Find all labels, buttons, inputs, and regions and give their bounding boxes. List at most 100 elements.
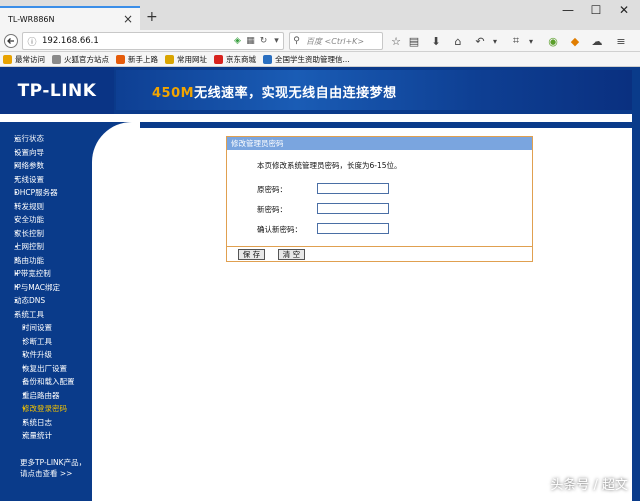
menu-item[interactable]: • 转发规则 (0, 200, 92, 214)
submenu-item[interactable]: • 系统日志 (0, 416, 92, 430)
crop-icon[interactable]: ⌗ (509, 33, 523, 49)
navigation-bar: ⓘ 192.168.66.1 ◈ ▦ ↻ ▾ ⚲ 百度 <Ctrl+K> ☆ ▤… (0, 30, 640, 52)
bookmark-label[interactable]: 火狐官方站点 (64, 54, 109, 65)
menu-label[interactable]: 路由功能 (14, 255, 44, 266)
submenu-item[interactable]: • 软件升级 (0, 348, 92, 362)
submenu-item[interactable]: • 备份和载入配置 (0, 375, 92, 389)
menu-label[interactable]: IP带宽控制 (14, 268, 51, 279)
addon-icon[interactable]: ◆ (568, 33, 582, 49)
menu-label[interactable]: 无线设置 (14, 174, 44, 185)
menu-icon[interactable]: ≡ (614, 33, 628, 49)
maximize-icon[interactable]: ☐ (586, 3, 606, 17)
bookmark-item[interactable]: 火狐官方站点 (52, 54, 109, 65)
menu-label[interactable]: 动态DNS (14, 295, 45, 306)
menu-label[interactable]: 时间设置 (22, 322, 52, 333)
bookmark-item[interactable]: 常用网址 (165, 54, 207, 65)
menu-item[interactable]: • 网络参数 (0, 159, 92, 173)
bullet-icon: • (22, 350, 27, 359)
shield-icon[interactable]: ◈ (231, 36, 244, 46)
browser-tab[interactable]: TL-WR886N × (0, 6, 140, 30)
bookmark-star-icon[interactable]: ☆ (389, 33, 403, 49)
more-line-1[interactable]: 更多TP-LINK产品， (20, 457, 86, 468)
menu-item[interactable]: • 运行状态 (0, 132, 92, 146)
reading-list-icon[interactable]: ▤ (407, 33, 421, 49)
more-line-2[interactable]: 请点击查看 >> (20, 468, 86, 479)
menu-item[interactable]: • 安全功能 (0, 213, 92, 227)
bookmarks-bar: 最常访问 火狐官方站点 新手上路 常用网址 京东商城 全国学生资助管理信... (0, 52, 640, 67)
menu-label[interactable]: 软件升级 (22, 349, 52, 360)
close-tab-icon[interactable]: × (120, 12, 136, 26)
menu-label[interactable]: 上网控制 (14, 241, 44, 252)
bullet-icon: • (14, 229, 19, 238)
menu-label[interactable]: 运行状态 (14, 133, 44, 144)
bookmark-label[interactable]: 全国学生资助管理信... (275, 54, 350, 65)
submenu-item[interactable]: • 修改登录密码 (0, 402, 92, 416)
back-icon[interactable] (3, 33, 19, 49)
minimize-icon[interactable]: — (558, 3, 578, 17)
corner-curve (92, 122, 140, 170)
bookmark-label[interactable]: 京东商城 (226, 54, 256, 65)
reload-icon[interactable]: ↻ (257, 36, 270, 46)
menu-label[interactable]: 系统日志 (22, 417, 52, 428)
bookmark-label[interactable]: 最常访问 (15, 54, 45, 65)
url-bar[interactable]: ⓘ 192.168.66.1 ◈ ▦ ↻ ▾ (22, 32, 284, 50)
search-input[interactable]: 百度 <Ctrl+K> (306, 36, 364, 47)
bookmark-item[interactable]: 全国学生资助管理信... (263, 54, 350, 65)
menu-label[interactable]: 备份和载入配置 (22, 376, 75, 387)
bullet-icon: • (14, 242, 19, 251)
menu-item[interactable]: • 动态DNS (0, 294, 92, 308)
menu-label[interactable]: 设置向导 (14, 147, 44, 158)
crop-dropdown-icon[interactable]: ▾ (526, 33, 536, 49)
bookmark-item[interactable]: 新手上路 (116, 54, 158, 65)
menu-label[interactable]: 转发规则 (14, 201, 44, 212)
search-box[interactable]: ⚲ 百度 <Ctrl+K> (289, 32, 383, 50)
save-button[interactable]: 保 存 (238, 249, 265, 260)
menu-label[interactable]: DHCP服务器 (14, 187, 58, 198)
menu-label[interactable]: IP与MAC绑定 (14, 282, 60, 293)
menu-item[interactable]: • 无线设置 (0, 173, 92, 187)
menu-label[interactable]: 网络参数 (14, 160, 44, 171)
old-password-input[interactable] (317, 183, 389, 194)
menu-label[interactable]: 恢复出厂设置 (22, 363, 67, 374)
chat-icon[interactable]: ☁ (590, 33, 604, 49)
menu-label[interactable]: 诊断工具 (22, 336, 52, 347)
url-text[interactable]: 192.168.66.1 (42, 36, 231, 46)
menu-item[interactable]: • IP与MAC绑定 (0, 281, 92, 295)
window-close-icon[interactable]: ✕ (614, 3, 634, 17)
menu-item[interactable]: • 上网控制 (0, 240, 92, 254)
more-products-link[interactable]: 更多TP-LINK产品， 请点击查看 >> (20, 457, 86, 479)
bookmark-label[interactable]: 新手上路 (128, 54, 158, 65)
menu-item[interactable]: • DHCP服务器 (0, 186, 92, 200)
confirm-password-input[interactable] (317, 223, 389, 234)
menu-item[interactable]: • 设置向导 (0, 146, 92, 160)
submenu-item[interactable]: • 恢复出厂设置 (0, 362, 92, 376)
menu-label[interactable]: 安全功能 (14, 214, 44, 225)
dropdown-icon[interactable]: ▾ (270, 36, 283, 46)
menu-label[interactable]: 家长控制 (14, 228, 44, 239)
menu-item[interactable]: • 路由功能 (0, 254, 92, 268)
menu-label[interactable]: 重启路由器 (22, 390, 60, 401)
submenu-item[interactable]: • 诊断工具 (0, 335, 92, 349)
info-icon[interactable]: ⓘ (25, 35, 39, 48)
new-password-input[interactable] (317, 203, 389, 214)
bookmark-item[interactable]: 京东商城 (214, 54, 256, 65)
bookmark-label[interactable]: 常用网址 (177, 54, 207, 65)
bookmark-item[interactable]: 最常访问 (3, 54, 45, 65)
extension-icon[interactable]: ◉ (546, 33, 560, 49)
menu-label[interactable]: 流量统计 (22, 430, 52, 441)
submenu-item[interactable]: • 时间设置 (0, 321, 92, 335)
submenu-item[interactable]: • 流量统计 (0, 429, 92, 443)
qr-code-icon[interactable]: ▦ (244, 36, 257, 46)
menu-label[interactable]: 系统工具 (14, 309, 44, 320)
new-tab-icon[interactable]: + (146, 9, 158, 25)
menu-item[interactable]: • IP带宽控制 (0, 267, 92, 281)
undo-dropdown-icon[interactable]: ▾ (490, 33, 500, 49)
clear-button[interactable]: 清 空 (278, 249, 305, 260)
undo-icon[interactable]: ↶ (473, 33, 487, 49)
home-icon[interactable]: ⌂ (451, 33, 465, 49)
menu-item[interactable]: – 系统工具 (0, 308, 92, 322)
submenu-item[interactable]: • 重启路由器 (0, 389, 92, 403)
menu-item[interactable]: • 家长控制 (0, 227, 92, 241)
menu-label[interactable]: 修改登录密码 (22, 403, 67, 414)
download-icon[interactable]: ⬇ (429, 33, 443, 49)
